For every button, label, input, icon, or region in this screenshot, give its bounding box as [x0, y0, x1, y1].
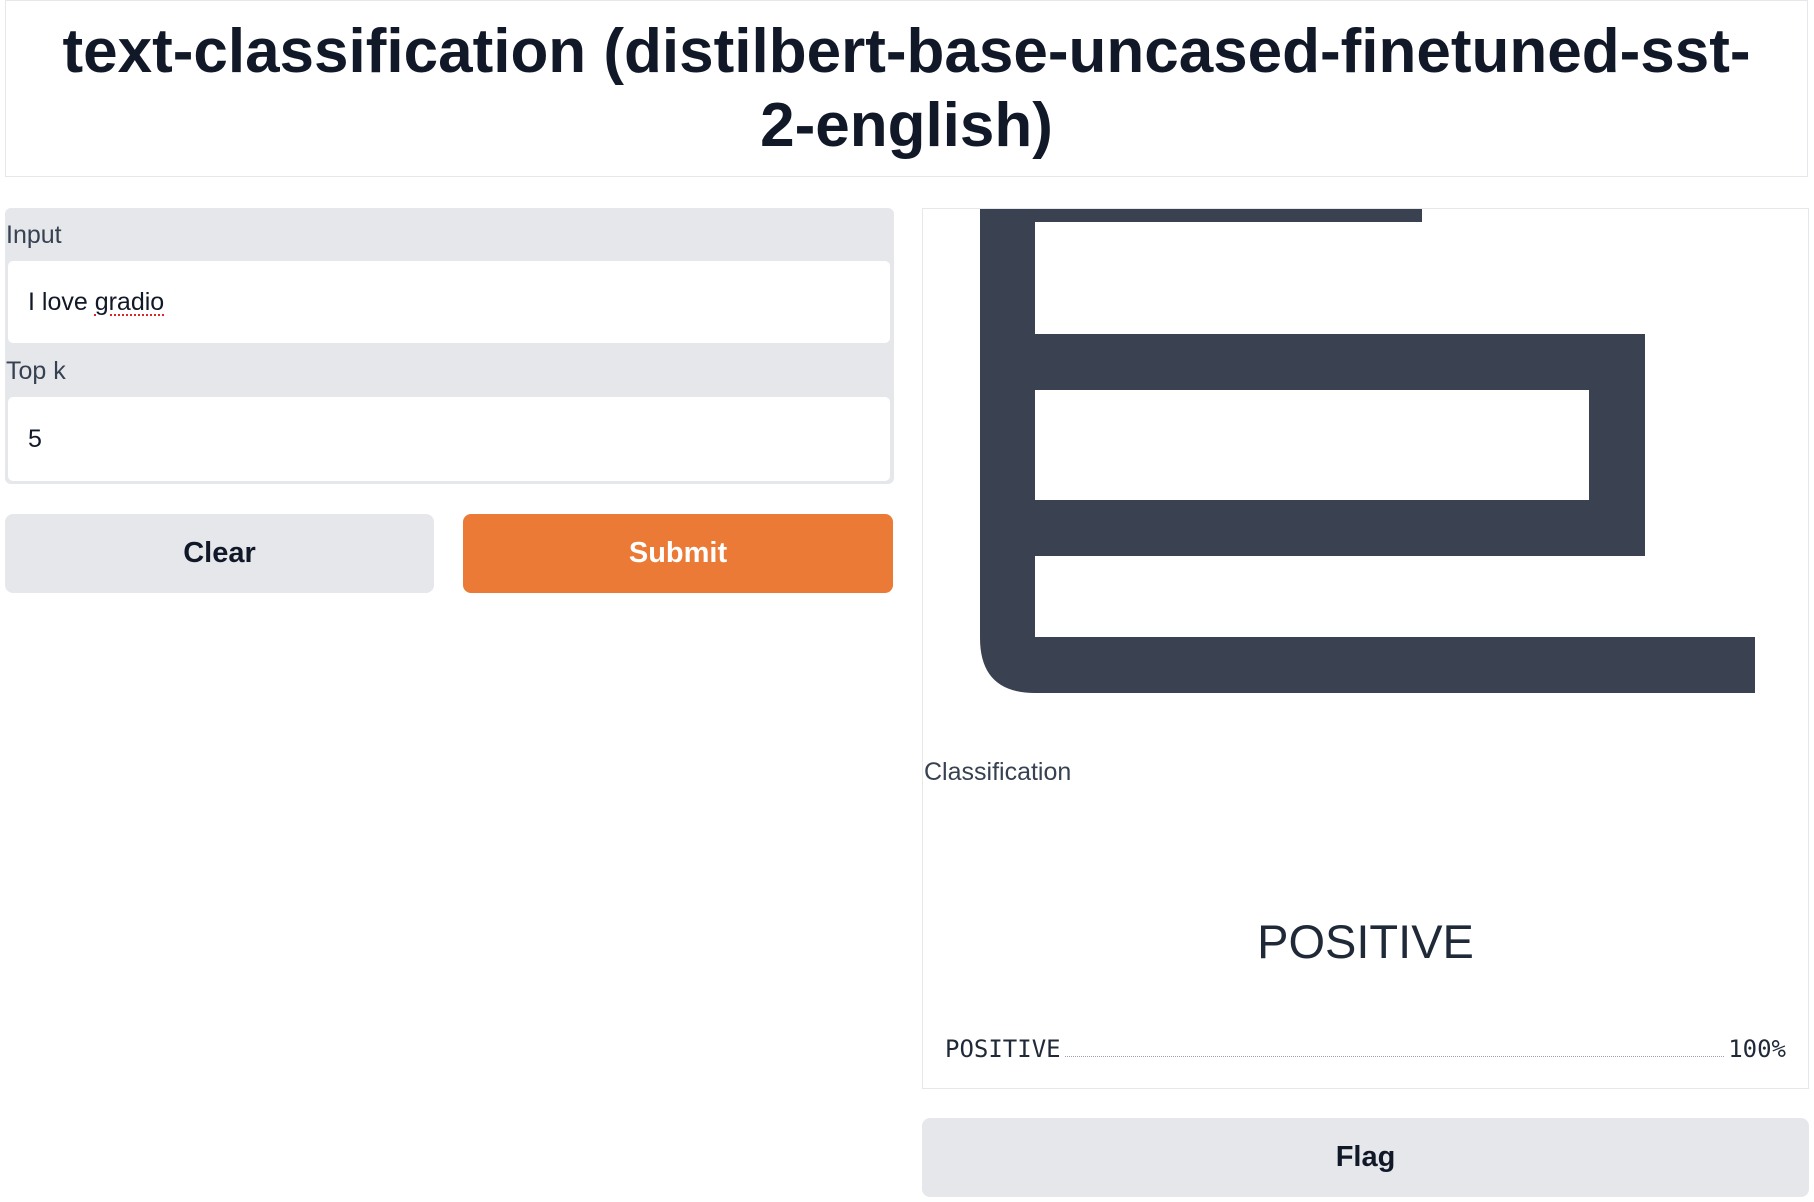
flag-button[interactable]: Flag: [922, 1118, 1809, 1197]
page-title: text-classification (distilbert-base-unc…: [62, 16, 1751, 160]
confidence-row: POSITIVE 100%: [945, 1029, 1786, 1063]
input-panel: Input I love gradio Top k 5: [5, 208, 894, 484]
submit-button[interactable]: Submit: [463, 514, 893, 593]
topk-number-input[interactable]: 5: [7, 396, 891, 482]
title-container: text-classification (distilbert-base-unc…: [5, 0, 1808, 177]
classification-label: Classification: [924, 758, 1072, 786]
input-textbox[interactable]: I love gradio: [7, 260, 891, 344]
topk-label: Top k: [6, 357, 66, 385]
page: text-classification (distilbert-base-unc…: [0, 0, 1814, 1202]
clear-button[interactable]: Clear: [5, 514, 434, 593]
input-text-word: gradio: [94, 287, 165, 316]
confidence-value: 100%: [1728, 1035, 1786, 1063]
predicted-label: POSITIVE: [1257, 915, 1474, 968]
gradio-logo-icon: [980, 209, 1755, 693]
topk-value: 5: [28, 424, 42, 453]
input-label: Input: [6, 221, 62, 249]
confidence-dots: [1064, 1056, 1725, 1057]
input-text-prefix: I love: [28, 287, 95, 316]
output-panel: Classification POSITIVE POSITIVE 100%: [922, 208, 1809, 1089]
confidence-label: POSITIVE: [945, 1035, 1061, 1063]
